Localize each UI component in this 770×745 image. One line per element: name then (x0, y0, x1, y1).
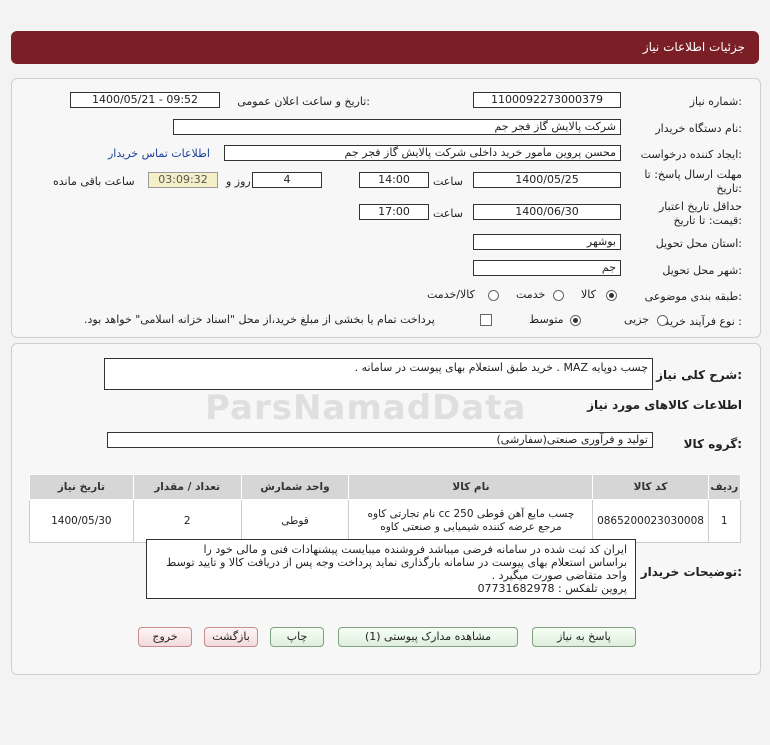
need-number-field: 1100092273000379 (473, 92, 621, 108)
notes-line: واحد متقاضی صورت میگیرد . (491, 569, 627, 582)
notes-line: پروین تلفکس : 07731682978 (477, 582, 627, 595)
province-field: بوشهر (473, 234, 621, 250)
remaining-time-field: 03:09:32 (148, 172, 218, 188)
cell-row: 1 (707, 499, 742, 543)
category-both-radio[interactable] (488, 290, 499, 301)
process-minor-radio[interactable] (657, 315, 668, 326)
col-row: ردیف (707, 474, 742, 500)
validity-label: حداقل تاریخ اعتبار (658, 200, 742, 213)
announce-field: 1400/05/21 - 09:52 (70, 92, 220, 108)
creator-label: ایجاد کننده درخواست: (640, 148, 742, 161)
treasury-note: پرداخت تمام یا بخشی از مبلغ خرید،از محل … (84, 313, 435, 326)
print-button[interactable]: چاپ (270, 627, 324, 647)
notes-label: توضیحات خریدار: (640, 565, 742, 579)
treasury-checkbox[interactable] (480, 314, 492, 326)
days-label: روز و (226, 175, 251, 188)
cell-code: 0865200023030008 (592, 499, 709, 543)
contact-buyer-link[interactable]: اطلاعات تماس خریدار (108, 147, 210, 160)
process-medium-label: متوسط (529, 313, 564, 326)
category-both-label: کالا/خدمت (427, 288, 475, 301)
col-date: تاریخ نیاز (29, 474, 134, 500)
back-button[interactable]: بازگشت (204, 627, 258, 647)
deadline-time-label: ساعت (433, 175, 463, 188)
summary-field: چسب دوپایه MAZ . خرید طبق استعلام بهای پ… (104, 358, 653, 390)
deadline-label: مهلت ارسال پاسخ: تا (644, 168, 742, 181)
buyer-notes: ایران کد ثبت شده در سامانه فرضی میباشد ف… (146, 539, 636, 599)
category-goods-radio[interactable] (606, 290, 617, 301)
title-bar: جزئیات اطلاعات نیاز (11, 31, 759, 64)
validity-time-field: 17:00 (359, 204, 429, 220)
reply-button[interactable]: پاسخ به نیاز (532, 627, 636, 647)
summary-label: شرح کلی نیاز: (656, 368, 742, 382)
announce-label: تاریخ و ساعت اعلان عمومی: (237, 95, 370, 108)
deadline-time-field: 14:00 (359, 172, 429, 188)
page-title: جزئیات اطلاعات نیاز (642, 40, 745, 54)
buyer-field: شرکت پالایش گاز فجر جم (173, 119, 621, 135)
category-service-radio[interactable] (553, 290, 564, 301)
table-row: 1 0865200023030008 چسب مایع آهن قوطی 250… (29, 499, 742, 543)
process-minor-label: جزیی (624, 313, 650, 326)
col-code: کد کالا (592, 474, 709, 500)
group-field: تولید و فرآوری صنعتی(سفارشی) (107, 432, 653, 448)
cell-name: چسب مایع آهن قوطی 250 cc نام تجارتی کاوه… (348, 499, 594, 543)
deadline-label-date: تاریخ: (716, 182, 742, 195)
process-medium-radio[interactable] (570, 315, 581, 326)
category-service-label: خدمت (516, 288, 546, 301)
city-label: شهر محل تحویل: (662, 264, 742, 277)
col-qty: تعداد / مقدار (132, 474, 242, 500)
category-goods-label: کالا (581, 288, 596, 301)
notes-line: براساس استعلام بهای پیوست در سامانه بارگ… (166, 556, 627, 569)
process-label: نوع فرآیند خرید : (664, 315, 742, 328)
items-heading: اطلاعات کالاهای مورد نیاز (587, 398, 742, 412)
province-label: استان محل تحویل: (655, 237, 742, 250)
cell-date: 1400/05/30 (29, 499, 134, 543)
exit-button[interactable]: خروج (138, 627, 192, 647)
col-unit: واحد شمارش (240, 474, 350, 500)
days-field: 4 (252, 172, 322, 188)
view-attachments-button[interactable]: مشاهده مدارک پیوستی (1) (338, 627, 518, 647)
col-name: نام کالا (348, 474, 594, 500)
validity-label-date: قیمت: تا تاریخ: (673, 214, 742, 227)
cell-qty: 2 (132, 499, 242, 543)
group-label: گروه کالا: (683, 437, 742, 451)
category-label: طبقه بندی موضوعی: (644, 290, 742, 303)
buyer-label: نام دستگاه خریدار: (655, 122, 742, 135)
deadline-date-field: 1400/05/25 (473, 172, 621, 188)
validity-date-field: 1400/06/30 (473, 204, 621, 220)
notes-line: ایران کد ثبت شده در سامانه فرضی میباشد ف… (203, 543, 628, 556)
cell-unit: قوطی (240, 499, 350, 543)
remaining-label: ساعت باقی مانده (53, 175, 135, 188)
city-field: جم (473, 260, 621, 276)
creator-field: محسن پروین مامور خرید داخلی شرکت پالایش … (224, 145, 621, 161)
validity-time-label: ساعت (433, 207, 463, 220)
items-table: ردیف کد کالا نام کالا واحد شمارش تعداد /… (29, 474, 742, 543)
need-number-label: شماره نیاز: (689, 95, 742, 108)
